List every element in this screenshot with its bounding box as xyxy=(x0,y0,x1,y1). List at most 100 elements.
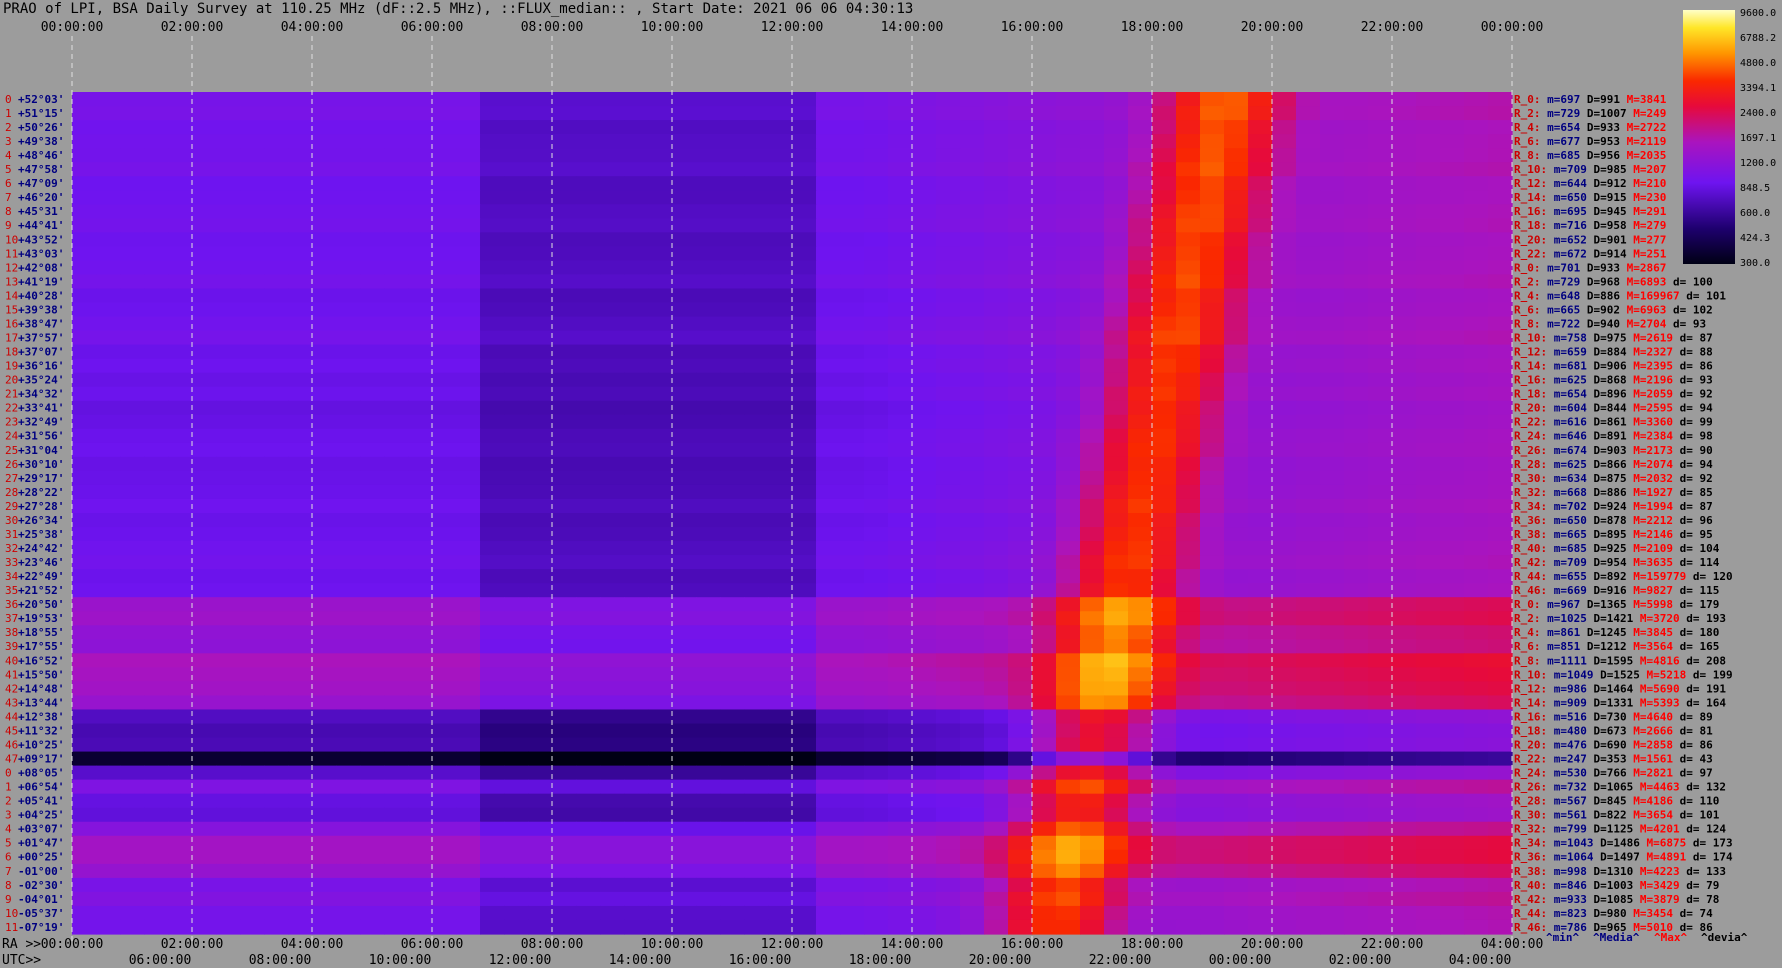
heatmap-cell xyxy=(816,765,841,781)
heatmap-cell xyxy=(576,470,601,486)
row-index: 4 xyxy=(5,823,12,836)
heatmap-cell xyxy=(1440,625,1465,640)
heatmap-cell xyxy=(408,877,433,893)
stats-r: R_4: xyxy=(1514,121,1547,134)
heatmap-cell xyxy=(888,456,913,472)
heatmap-cell xyxy=(192,400,217,416)
heatmap-cell xyxy=(312,372,337,388)
heatmap-cell xyxy=(456,583,481,598)
stats-dev: d= 90 xyxy=(1680,444,1713,457)
row-index: 3 xyxy=(5,135,12,148)
heatmap-cell xyxy=(1176,779,1201,795)
heatmap-cell xyxy=(1080,442,1105,458)
stats-row: R_36: m=650 D=878 M=2212 d= 96 xyxy=(1514,514,1713,527)
stats-d: D=845 xyxy=(1594,795,1634,808)
heatmap-cell xyxy=(1104,863,1129,879)
heatmap-cell xyxy=(1488,541,1513,556)
heatmap-cell xyxy=(720,386,745,402)
heatmap-cell xyxy=(360,919,385,935)
heatmap-cell xyxy=(864,498,889,514)
heatmap-cell xyxy=(216,288,241,304)
heatmap-cell xyxy=(480,260,505,276)
heatmap-cell xyxy=(792,667,817,682)
heatmap-cell xyxy=(936,653,961,668)
heatmap-cell xyxy=(960,919,985,935)
heatmap-cell xyxy=(168,372,193,388)
heatmap-cell xyxy=(1152,891,1177,907)
heatmap-cell xyxy=(264,218,289,233)
declination-label: +31°56' xyxy=(18,430,64,443)
row-index: 1 xyxy=(5,781,12,794)
heatmap-cell xyxy=(264,597,289,612)
heatmap-cell xyxy=(1056,190,1081,205)
heatmap-cell xyxy=(648,737,673,753)
heatmap-cell xyxy=(1224,344,1249,360)
heatmap-cell xyxy=(1008,513,1033,528)
heatmap-cell xyxy=(480,316,505,332)
heatmap-cell xyxy=(912,723,937,739)
heatmap-cell xyxy=(1464,316,1489,332)
stats-M: M=4640 xyxy=(1633,710,1679,723)
heatmap-cell xyxy=(888,653,913,668)
heatmap-cell xyxy=(840,92,865,107)
heatmap-cell xyxy=(1128,176,1153,191)
heatmap-cell xyxy=(408,218,433,233)
heatmap-cell xyxy=(840,597,865,612)
stats-row: R_12: m=659 D=884 M=2327 d= 88 xyxy=(1514,346,1713,359)
heatmap-cell xyxy=(1128,597,1153,612)
stats-m: m=669 xyxy=(1554,584,1594,597)
heatmap-cell xyxy=(936,611,961,626)
heatmap-cell xyxy=(408,681,433,697)
stats-r: R_32: xyxy=(1514,486,1554,499)
heatmap-cell xyxy=(1224,653,1249,668)
heatmap-cell xyxy=(792,414,817,430)
heatmap-cell xyxy=(912,709,937,725)
heatmap-cell xyxy=(1320,288,1345,304)
stats-dev: d= 93 xyxy=(1680,374,1713,387)
heatmap-cell xyxy=(528,905,553,921)
heatmap-cell xyxy=(384,863,409,879)
stats-m: m=654 xyxy=(1547,121,1587,134)
heatmap-cell xyxy=(192,232,217,247)
heatmap-cell xyxy=(1344,260,1369,276)
heatmap-cell xyxy=(192,330,217,346)
heatmap-cell xyxy=(912,218,937,233)
heatmap-cell xyxy=(1248,372,1273,388)
heatmap-cell xyxy=(720,232,745,247)
heatmap-cell xyxy=(360,625,385,640)
heatmap-cell xyxy=(816,653,841,668)
heatmap-cell xyxy=(840,246,865,261)
heatmap-cell xyxy=(1200,484,1225,500)
heatmap-cell xyxy=(768,162,793,177)
heatmap-cell xyxy=(1392,246,1417,261)
heatmap-cell xyxy=(1080,625,1105,640)
heatmap-cell xyxy=(600,555,625,570)
heatmap-cell xyxy=(672,807,697,823)
heatmap-cell xyxy=(1392,330,1417,346)
stats-M: M=5998 xyxy=(1633,598,1679,611)
heatmap-cell xyxy=(912,498,937,514)
heatmap-cell xyxy=(120,905,145,921)
heatmap-cell xyxy=(1056,484,1081,500)
heatmap-cell xyxy=(552,751,577,767)
heatmap-cell xyxy=(1224,190,1249,205)
heatmap-cell xyxy=(1416,274,1441,290)
heatmap-cell xyxy=(1344,709,1369,725)
heatmap-cell xyxy=(672,344,697,360)
heatmap-cell xyxy=(1152,470,1177,486)
heatmap-cell xyxy=(72,484,97,500)
heatmap-cell xyxy=(72,372,97,388)
heatmap-cell xyxy=(312,442,337,458)
heatmap-cell xyxy=(1128,316,1153,332)
heatmap-cell xyxy=(1200,344,1225,360)
heatmap-cell xyxy=(360,386,385,402)
heatmap-cell xyxy=(1080,288,1105,304)
heatmap-cell xyxy=(336,316,361,332)
heatmap-cell xyxy=(624,569,649,584)
heatmap-cell xyxy=(1416,639,1441,654)
heatmap-cell xyxy=(1344,344,1369,360)
heatmap-cell xyxy=(816,555,841,570)
heatmap-cell xyxy=(528,597,553,612)
stats-d: D=1595 xyxy=(1593,654,1639,667)
stats-d: D=766 xyxy=(1594,767,1634,780)
